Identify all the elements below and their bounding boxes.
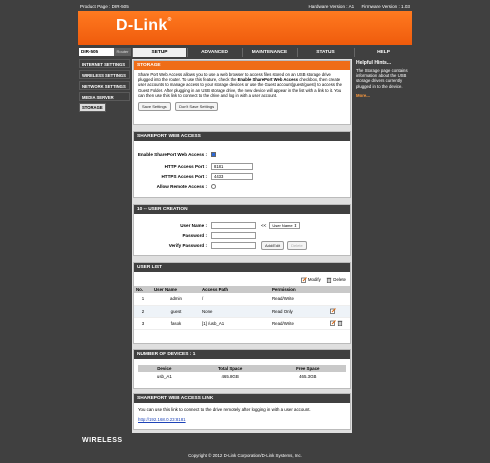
col-no: No. — [134, 286, 152, 293]
remote-access-toggle[interactable] — [211, 184, 216, 189]
table-row: 3 fasok [1] /usb_A1 Read/Write — [134, 317, 350, 330]
dont-save-settings-button[interactable]: Don't Save Settings — [175, 102, 219, 112]
product-page-label: Product Page : DIR-505 — [80, 3, 129, 9]
col-device: Device — [138, 365, 191, 372]
hints-title: Helpful Hints... — [356, 60, 391, 66]
table-row: 1 admin / Read/Write — [134, 293, 350, 306]
enable-shareport-checkbox[interactable] — [211, 152, 216, 157]
shareport-link-title: SHAREPORT WEB ACCESS LINK — [134, 394, 350, 403]
password-input[interactable] — [211, 232, 256, 239]
col-total-space: Total Space — [190, 365, 270, 372]
user-name-label: User Name : — [180, 223, 207, 228]
tab-advanced[interactable]: ADVANCED — [187, 48, 241, 57]
sidebar-item-network-settings[interactable]: NETWORK SETTINGS — [79, 81, 130, 90]
wireless-logo: WIRELESS — [82, 437, 123, 444]
helpful-hints-panel: Helpful Hints... The Storage page contai… — [353, 58, 412, 433]
user-name-input[interactable] — [211, 222, 256, 229]
storage-title: STORAGE — [134, 61, 350, 70]
sidebar-item-media-server[interactable]: MEDIA SERVER — [79, 92, 130, 101]
delete-row-icon[interactable] — [337, 320, 343, 327]
hints-text: The Storage page contains information ab… — [356, 68, 408, 89]
verify-password-label: Verify Password : — [168, 243, 207, 248]
col-permission: Permission — [270, 286, 328, 293]
shareport-link-panel: SHAREPORT WEB ACCESS LINK You can use th… — [133, 393, 351, 430]
enable-shareport-label: Enable SharePort Web Access : — [137, 152, 207, 157]
col-user-name: User Name — [152, 286, 200, 293]
col-free-space: Free Space — [269, 365, 346, 372]
modify-icon[interactable] — [300, 277, 307, 283]
delete-icon[interactable] — [326, 277, 332, 284]
remote-access-label: Allow Remote Access : — [156, 184, 207, 189]
shareport-web-access-panel: SHAREPORT WEB ACCESS Enable SharePort We… — [133, 131, 351, 198]
hardware-version: Hardware Version : A1 — [308, 3, 355, 9]
tab-maintenance[interactable]: MAINTENANCE — [242, 48, 296, 57]
devices-panel: NUMBER OF DEVICES : 1 Device Total Space… — [133, 349, 351, 389]
sidebar-menu: INTERNET SETTINGS WIRELESS SETTINGS NETW… — [79, 59, 130, 114]
shareport-link-text: You can use this link to connect to the … — [138, 407, 311, 412]
https-port-input[interactable]: 4433 — [211, 173, 253, 180]
user-creation-panel: 10 -- USER CREATION User Name : << User … — [133, 204, 351, 256]
devices-table: Device Total Space Free Space usb_A1 465… — [138, 365, 346, 380]
sidebar-item-internet-settings[interactable]: INTERNET SETTINGS — [79, 59, 130, 68]
sidebar-item-storage[interactable]: STORAGE — [79, 103, 106, 112]
sidebar — [78, 59, 131, 433]
tab-status[interactable]: STATUS — [297, 48, 353, 57]
firmware-version: Firmware Version : 1.03 — [361, 3, 410, 9]
copyright-text: Copyright © 2012 D-Link Corporation/D-Li… — [188, 453, 302, 458]
save-settings-button[interactable]: Save Settings — [138, 102, 171, 112]
devices-title: NUMBER OF DEVICES : 1 — [134, 350, 350, 359]
shareport-url-link[interactable]: http://192.168.0.23:8181 — [138, 417, 186, 422]
tab-help[interactable]: HELP — [354, 48, 412, 57]
verify-password-input[interactable] — [211, 242, 256, 249]
password-label: Password : — [182, 233, 207, 238]
modify-label: Modify — [307, 277, 321, 283]
delete-user-button[interactable]: Delete — [287, 241, 307, 250]
copy-arrow: << — [261, 223, 267, 228]
modify-row-icon[interactable] — [330, 308, 336, 314]
shareport-web-access-title: SHAREPORT WEB ACCESS — [134, 132, 350, 141]
table-row: usb_A1 465.8GB 465.3GB — [156, 373, 317, 379]
delete-label: Delete — [333, 277, 346, 283]
sidebar-item-wireless-settings[interactable]: WIRELESS SETTINGS — [79, 70, 130, 79]
tab-setup[interactable]: SETUP — [132, 48, 186, 57]
top-info-bar: Product Page : DIR-505 Hardware Version … — [78, 2, 412, 10]
user-list-table: No. User Name Access Path Permission 1 a… — [134, 286, 350, 330]
model-label: DIR-505 Router — [79, 48, 131, 56]
col-access-path: Access Path — [200, 286, 270, 293]
user-name-select[interactable]: User Name ⇕ — [269, 222, 301, 229]
storage-intro: Share Port Web Access allows you to use … — [138, 72, 342, 98]
http-port-label: HTTP Access Port : — [164, 164, 207, 169]
add-edit-button[interactable]: Add/Edit — [261, 241, 285, 250]
https-port-label: HTTPS Access Port : — [161, 174, 207, 179]
dlink-logo: D-Link® — [116, 17, 172, 34]
http-port-input[interactable]: 8181 — [211, 163, 253, 170]
mode-label: Router — [114, 48, 131, 56]
user-creation-title: 10 -- USER CREATION — [134, 205, 350, 214]
table-row: 2 guest None Read Only — [134, 305, 350, 318]
select-arrows-icon: ⇕ — [292, 222, 298, 228]
user-list-title: USER LIST — [134, 263, 350, 272]
footer-bar — [78, 433, 412, 453]
user-list-panel: USER LIST Modify Delete No. User Name Ac… — [133, 262, 351, 344]
modify-row-icon[interactable] — [330, 320, 336, 326]
more-link[interactable]: More... — [356, 93, 409, 98]
storage-panel: STORAGE Share Port Web Access allows you… — [133, 60, 351, 125]
